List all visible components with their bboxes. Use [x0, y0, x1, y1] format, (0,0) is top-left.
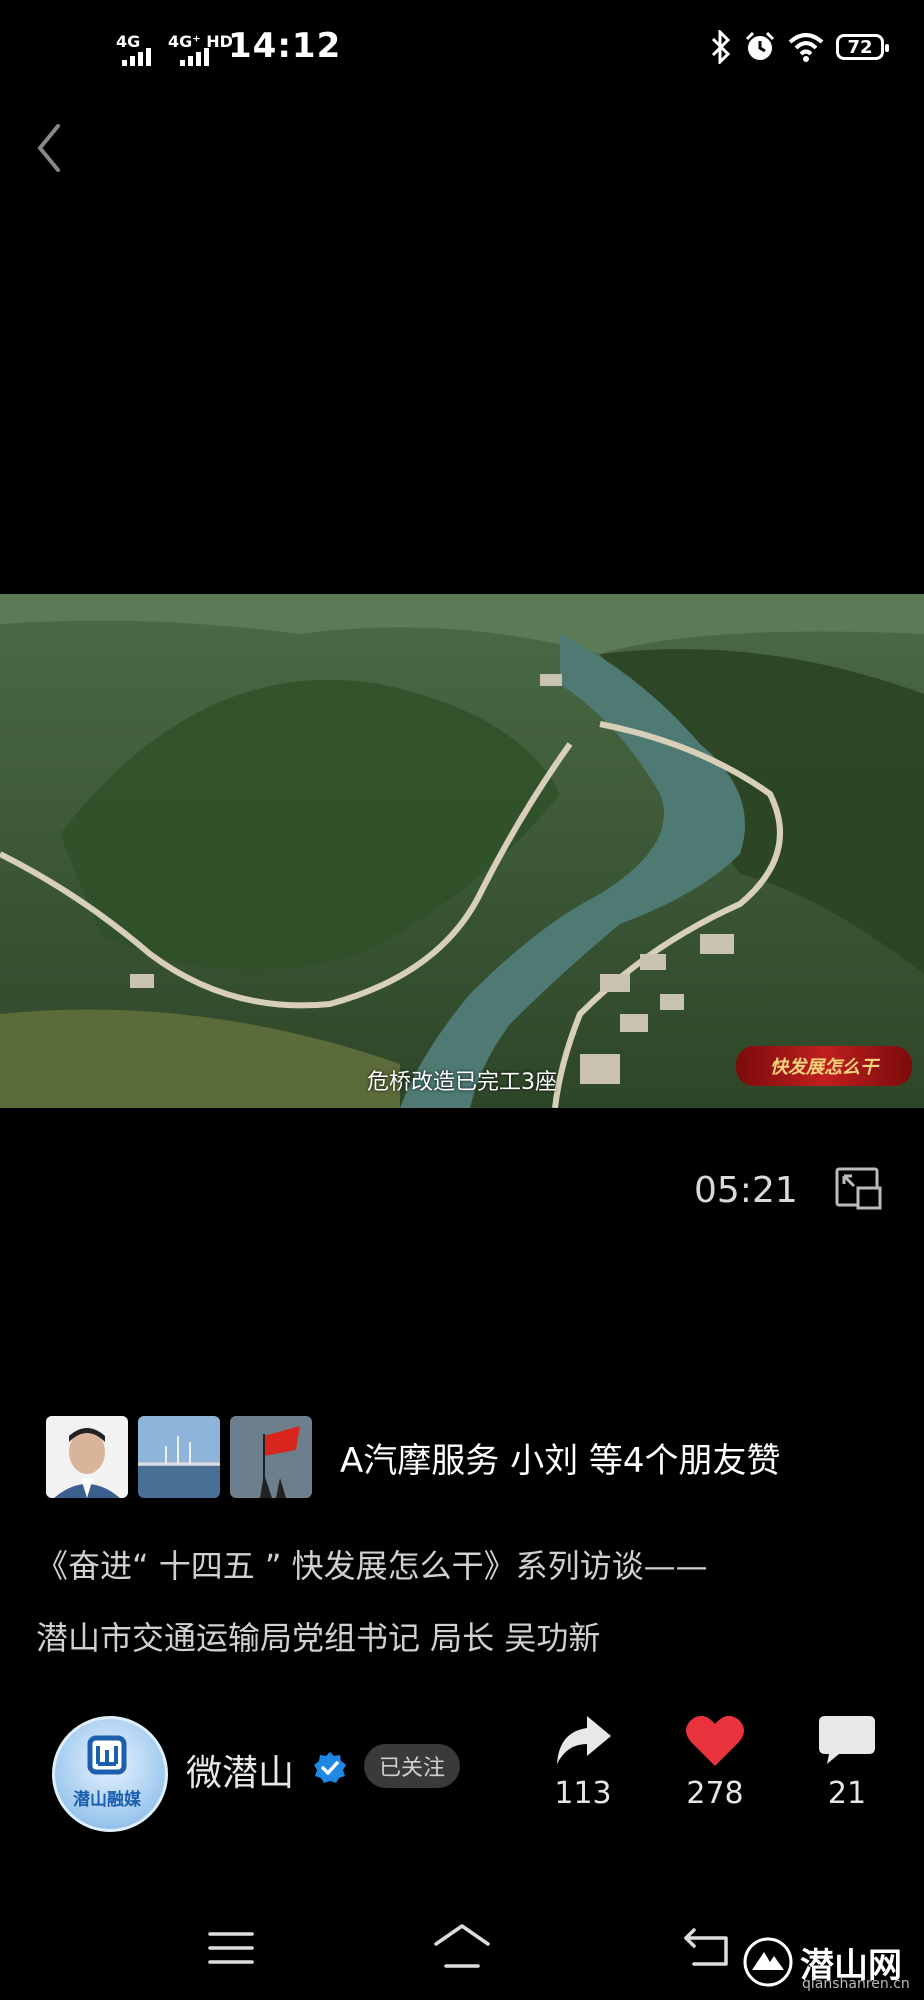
comment-button[interactable]: 21 [802, 1712, 892, 1811]
home-icon[interactable] [432, 1922, 492, 1972]
battery-icon: 72 [836, 34, 889, 60]
alarm-icon [745, 31, 775, 60]
video-frame-landscape [0, 594, 924, 1108]
video-watermark: 快发展怎么干 [736, 1046, 912, 1086]
cell-signal-icon [122, 48, 151, 66]
comment-count: 21 [827, 1776, 867, 1811]
author-name[interactable]: 微潜山 [186, 1744, 294, 1796]
back-arrow-icon[interactable] [28, 118, 72, 178]
share-button[interactable]: 113 [538, 1712, 628, 1811]
friend-avatar[interactable] [46, 1416, 128, 1498]
post-title-line-2: 潜山市交通运输局党组书记 局长 吴功新 [36, 1619, 601, 1657]
verified-badge-icon [314, 1752, 346, 1783]
heart-icon [686, 1715, 744, 1766]
follow-status-button[interactable]: 已关注 [364, 1744, 460, 1788]
friend-avatar[interactable] [230, 1416, 312, 1498]
comment-bubble-icon [819, 1716, 875, 1764]
post-title-line-1: 《奋进“ 十四五 ” 快发展怎么干》系列访谈—— [36, 1547, 708, 1585]
like-button[interactable]: 278 [670, 1712, 760, 1811]
wifi-icon [788, 33, 824, 62]
site-logo-icon [743, 1937, 793, 1987]
author-avatar[interactable]: 潜山融媒 [52, 1716, 168, 1832]
friend-avatar[interactable] [138, 1416, 220, 1498]
back-nav-icon[interactable] [682, 1926, 730, 1968]
author-avatar-label: 潜山融媒 [73, 1790, 141, 1810]
share-arrow-icon [557, 1716, 611, 1764]
video-duration: 05:21 [694, 1170, 798, 1211]
post-title: 《奋进“ 十四五 ” 快发展怎么干》系列访谈—— 潜山市交通运输局党组书记 局长… [36, 1530, 896, 1674]
picture-in-picture-icon[interactable] [834, 1166, 882, 1210]
bluetooth-icon [711, 30, 731, 64]
share-count: 113 [554, 1776, 612, 1811]
friends-liked-row[interactable]: A汽摩服务 小刘 等4个朋友赞 [46, 1416, 781, 1498]
site-url: qianshanren.cn [802, 1976, 910, 1992]
clock: 14:12 [228, 26, 342, 66]
status-bar: 4G 4G⁺ HD 14:12 72 [0, 0, 924, 100]
menu-icon[interactable] [208, 1928, 254, 1968]
like-count: 278 [686, 1776, 744, 1811]
cell-signal-icon-2 [180, 48, 209, 66]
video-player[interactable]: 危桥改造已完工3座 快发展怎么干 [0, 594, 924, 1108]
friends-liked-text: A汽摩服务 小刘 等4个朋友赞 [340, 1440, 781, 1481]
site-watermark: 潜山网 qianshanren.cn [742, 1936, 910, 1992]
